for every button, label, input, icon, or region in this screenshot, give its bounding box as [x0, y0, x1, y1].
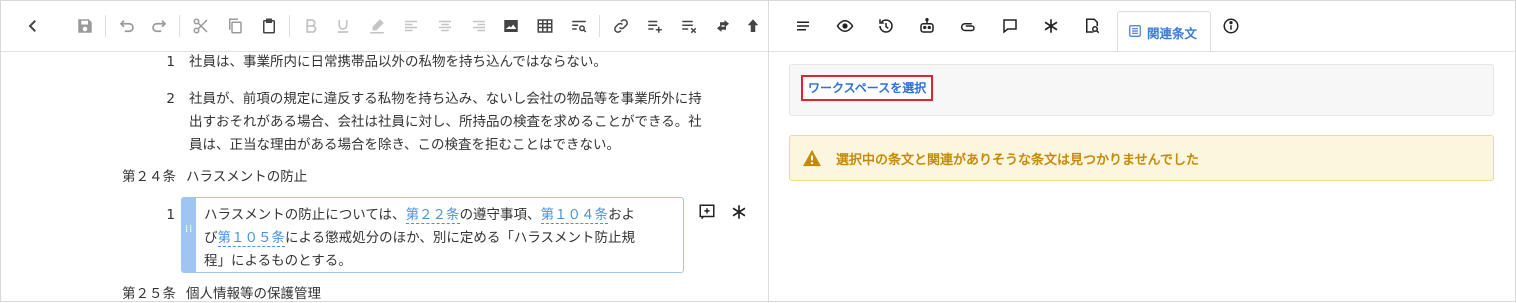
copy-icon[interactable]: [223, 14, 247, 38]
back-chevron-icon[interactable]: [21, 14, 45, 38]
panel-tabs: 関連条文: [769, 1, 1516, 52]
align-left-icon[interactable]: [399, 14, 423, 38]
text-segment: び: [204, 230, 218, 246]
highlight-pen-icon[interactable]: [365, 14, 389, 38]
toolbar-divider: [179, 15, 180, 37]
cut-icon[interactable]: [189, 14, 213, 38]
comment-icon[interactable]: [998, 14, 1022, 38]
article-25-heading[interactable]: 第２５条 個人情報等の保護管理: [122, 283, 321, 303]
bold-icon[interactable]: [299, 14, 323, 38]
app-window: 1 社員は、事業所内に日常携帯品以外の私物を持ち込んではならない。 2 社員が、…: [0, 0, 1516, 303]
redo-icon[interactable]: [147, 14, 171, 38]
select-workspace-button[interactable]: ワークスペースを選択: [801, 75, 934, 101]
align-center-icon[interactable]: [433, 14, 457, 38]
history-icon[interactable]: [874, 14, 898, 38]
link-icon[interactable]: [609, 14, 633, 38]
text-segment: による懲戒処分のほか、別に定める「ハラスメント防止規: [285, 230, 636, 246]
asterisk-icon[interactable]: [730, 203, 748, 221]
article-number: 第２４条: [122, 169, 176, 185]
paragraph-number: 1: [166, 54, 175, 70]
list-box-icon: [1129, 25, 1141, 37]
text-segment: およ: [608, 207, 636, 223]
toolbar-divider: [599, 15, 600, 37]
text-segment: 程」によるものとする。: [204, 253, 352, 269]
toolbar-divider: [105, 15, 106, 37]
workspace-selector-panel: ワークスペースを選択: [789, 64, 1494, 116]
no-related-articles-warning: 選択中の条文と関連がありそうな条文は見つかりませんでした: [789, 135, 1494, 181]
article-24-heading[interactable]: 第２４条 ハラスメントの防止: [122, 166, 307, 189]
table-icon[interactable]: [533, 14, 557, 38]
ai-robot-icon[interactable]: [915, 14, 939, 38]
tab-related-articles[interactable]: 関連条文: [1117, 11, 1211, 51]
insert-list-icon[interactable]: [643, 14, 667, 38]
editor-pane: 1 社員は、事業所内に日常携帯品以外の私物を持ち込んではならない。 2 社員が、…: [1, 1, 769, 303]
text-segment: ハラスメントの防止については、: [204, 207, 406, 223]
article-number: 第２５条: [122, 286, 176, 302]
article-link[interactable]: 第１０５条: [217, 230, 285, 247]
active-paragraph-editor[interactable]: ⁞⁞ ハラスメントの防止については、第２２条の遵守事項、第１０４条およ び第１０…: [181, 197, 684, 273]
paragraph-line: 社員が、前項の規定に違反する私物を持ち込み、ないし会社の物品等を事業所外に持: [189, 91, 702, 107]
move-up-arrow-icon[interactable]: [741, 14, 765, 38]
paste-icon[interactable]: [257, 14, 281, 38]
preview-eye-icon[interactable]: [833, 14, 857, 38]
info-icon[interactable]: [1219, 14, 1243, 38]
paragraph-line: 員は、正当な理由がある場合を除き、この検査を拒むことはできない。: [189, 137, 621, 153]
drag-handle[interactable]: ⁞⁞: [182, 198, 196, 272]
paragraph-number: 2: [166, 91, 175, 107]
save-icon[interactable]: [73, 14, 97, 38]
warning-text: 選択中の条文と関連がありそうな条文は見つかりませんでした: [836, 153, 1199, 168]
paragraph-text: 社員は、事業所内に日常携帯品以外の私物を持ち込んではならない。: [189, 54, 607, 70]
article-link[interactable]: 第２２条: [405, 207, 460, 224]
undo-icon[interactable]: [115, 14, 139, 38]
article-link[interactable]: 第１０４条: [540, 207, 609, 224]
text-segment: の遵守事項、: [459, 207, 541, 223]
outline-list-icon[interactable]: [791, 14, 815, 38]
toolbar-divider: [289, 15, 290, 37]
align-right-icon[interactable]: [467, 14, 491, 38]
asterisk-tab-icon[interactable]: [1039, 14, 1063, 38]
document-search-icon[interactable]: [1080, 14, 1104, 38]
attachment-clip-icon[interactable]: [956, 14, 980, 38]
find-replace-icon[interactable]: [567, 14, 591, 38]
swap-icon[interactable]: [711, 14, 735, 38]
document-body: 1 社員は、事業所内に日常携帯品以外の私物を持ち込んではならない。 2 社員が、…: [1, 51, 768, 303]
side-panel: 関連条文 ワークスペースを選択 選択中の条文と関連がありそうな条文は見つかりませ…: [769, 1, 1516, 303]
tab-label: 関連条文: [1147, 26, 1198, 41]
warning-triangle-icon: [803, 149, 821, 167]
add-comment-icon[interactable]: [698, 203, 716, 221]
underline-icon[interactable]: [331, 14, 355, 38]
article-title: ハラスメントの防止: [186, 169, 308, 185]
paragraph-line: 出すおそれがある場合、会社は社員に対し、所持品の検査を求めることができる。社: [189, 114, 702, 130]
article-title: 個人情報等の保護管理: [186, 286, 321, 302]
clear-format-icon[interactable]: [677, 14, 701, 38]
image-icon[interactable]: [499, 14, 523, 38]
editor-toolbar: [1, 1, 768, 52]
paragraph-number: 1: [166, 207, 175, 223]
